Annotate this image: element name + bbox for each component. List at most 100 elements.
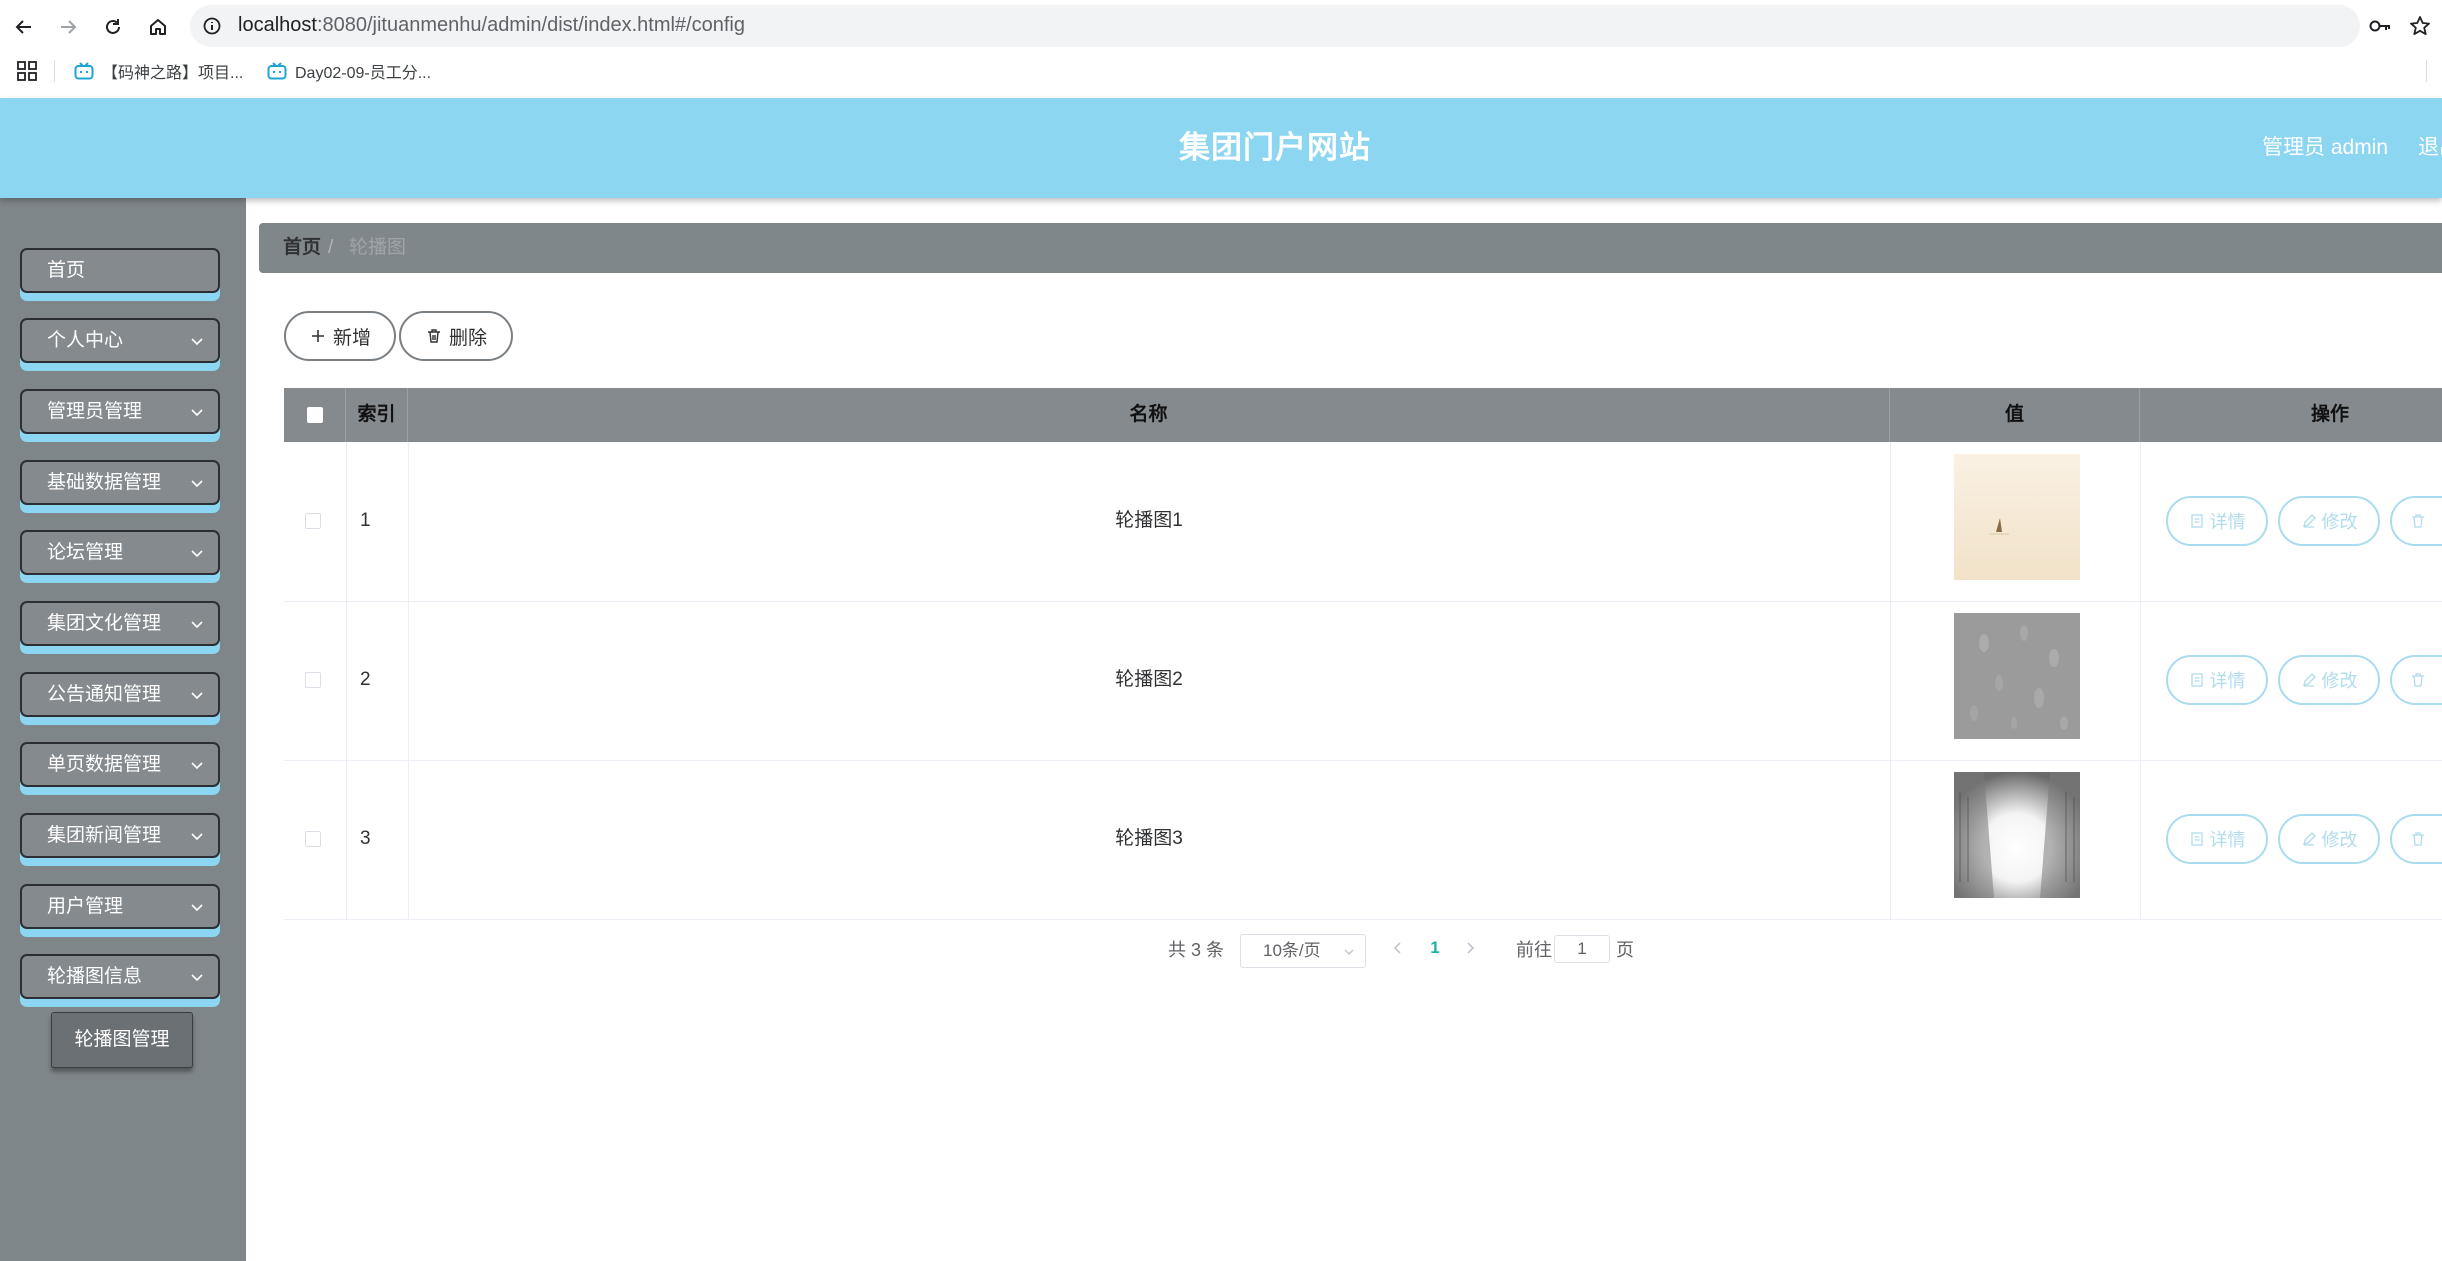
logout-link[interactable]: 退出 (2418, 98, 2442, 198)
edit-button[interactable]: 修改 (2278, 655, 2380, 705)
sidebar-item-label: 集团新闻管理 (47, 825, 162, 846)
header-select-cell (284, 388, 346, 442)
delete-button[interactable]: 删除 (399, 311, 513, 361)
home-icon[interactable] (141, 10, 175, 44)
bookmark-2[interactable]: Day02-09-员工分... (267, 58, 431, 84)
row-delete-button[interactable] (2390, 496, 2442, 546)
goto-label: 前往 (1516, 940, 1552, 960)
row-name: 轮播图1 (1115, 510, 1183, 531)
breadcrumb-home[interactable]: 首页 (283, 223, 321, 273)
sidebar-item-label: 基础数据管理 (47, 472, 162, 493)
cell-divider (2140, 601, 2141, 760)
sidebar-item-users[interactable]: 用户管理 (20, 884, 220, 929)
sidebar-item-label: 轮播图信息 (47, 966, 143, 987)
header-index: 索引 (346, 388, 408, 442)
detail-button-label: 详情 (2209, 671, 2246, 691)
breadcrumb-current: 轮播图 (349, 237, 407, 258)
bilibili-favicon-icon (267, 62, 287, 80)
bookmark-1[interactable]: 【码神之路】项目... (74, 58, 243, 84)
sidebar-item-label: 单页数据管理 (47, 754, 162, 775)
edit-button[interactable]: 修改 (2278, 496, 2380, 546)
trash-icon (2412, 832, 2424, 846)
cell-divider (346, 601, 347, 760)
sidebar-item-admin-management[interactable]: 管理员管理 (20, 389, 220, 434)
edit-button[interactable]: 修改 (2278, 814, 2380, 864)
sidebar-item-label: 公告通知管理 (47, 684, 162, 705)
sidebar-item-notices[interactable]: 公告通知管理 (20, 672, 220, 717)
header-value: 值 (1890, 388, 2140, 442)
carousel-image-thumbnail (1954, 454, 2080, 580)
sidebar-item-group-news[interactable]: 集团新闻管理 (20, 813, 220, 858)
page-size-select[interactable]: 10条/页 (1240, 934, 1366, 968)
app-header: 集团门户网站 管理员 admin 退出 (0, 98, 2442, 198)
detail-button[interactable]: 详情 (2166, 496, 2268, 546)
add-button[interactable]: 新增 (284, 311, 396, 361)
sidebar-subitem-carousel-management[interactable]: 轮播图管理 (51, 1012, 193, 1068)
prev-page-icon[interactable] (1388, 936, 1408, 960)
sidebar-item-base-data[interactable]: 基础数据管理 (20, 460, 220, 505)
header-actions: 操作 (2310, 404, 2349, 425)
sidebar-item-forum[interactable]: 论坛管理 (20, 530, 220, 575)
site-info-icon[interactable] (200, 14, 224, 38)
document-icon (2190, 514, 2203, 528)
sidebar-item-carousel-info[interactable]: 轮播图信息 (20, 954, 220, 999)
sidebar-item-label: 用户管理 (47, 896, 124, 917)
chevron-down-icon (191, 762, 203, 770)
row-delete-button[interactable] (2390, 655, 2442, 705)
sidebar-item-personal-center[interactable]: 个人中心 (20, 318, 220, 363)
trash-icon (427, 329, 440, 343)
chevron-down-icon (191, 974, 203, 982)
select-all-checkbox[interactable] (307, 407, 323, 423)
table-row: 3 轮播图3 详情 修改 (284, 760, 2442, 920)
row-checkbox[interactable] (305, 831, 321, 847)
browser-chrome: localhost:8080/jituanmenhu/admin/dist/in… (0, 0, 2442, 98)
sidebar: 首页 个人中心 管理员管理 基础数据管理 论坛管理 集团文化管理 公告通知管理 … (0, 198, 246, 1261)
bookmarks-right-divider (2426, 60, 2427, 82)
trash-icon (2412, 514, 2424, 528)
header-name: 名称 (408, 388, 1890, 442)
cell-divider (2140, 442, 2141, 601)
table-row: 2 轮播图2 详情 修改 (284, 601, 2442, 761)
row-checkbox[interactable] (305, 513, 321, 529)
url-text[interactable]: localhost:8080/jituanmenhu/admin/dist/in… (238, 12, 745, 38)
bookmark-star-icon[interactable] (2404, 12, 2436, 40)
url-path: :8080/jituanmenhu/admin/dist/index.html#… (316, 14, 745, 36)
reload-icon[interactable] (96, 10, 130, 44)
edit-button-label: 修改 (2321, 830, 2358, 850)
admin-user-label: 管理员 admin (2262, 136, 2389, 159)
sidebar-item-group-culture[interactable]: 集团文化管理 (20, 601, 220, 646)
edit-pencil-icon (2302, 514, 2316, 528)
goto-page-input[interactable] (1554, 935, 1610, 963)
cell-divider (1890, 760, 1891, 919)
chevron-down-icon (1344, 949, 1354, 955)
bilibili-favicon-icon (74, 62, 94, 80)
password-key-icon[interactable] (2364, 12, 2396, 40)
sidebar-item-label: 首页 (47, 260, 86, 281)
chevron-down-icon (191, 550, 203, 558)
row-delete-button[interactable] (2390, 814, 2442, 864)
chevron-down-icon (191, 480, 203, 488)
sidebar-item-home[interactable]: 首页 (20, 248, 220, 293)
detail-button[interactable]: 详情 (2166, 814, 2268, 864)
delete-button-label: 删除 (448, 327, 487, 349)
detail-button[interactable]: 详情 (2166, 655, 2268, 705)
url-host: localhost (238, 14, 317, 36)
table-header: 索引 名称 值 操作 (284, 388, 2442, 442)
sidebar-item-single-page[interactable]: 单页数据管理 (20, 742, 220, 787)
forward-icon[interactable] (51, 10, 85, 44)
next-page-icon[interactable] (1460, 936, 1480, 960)
cell-divider (346, 442, 347, 601)
page-number-current[interactable]: 1 (1422, 936, 1448, 960)
row-index: 1 (360, 510, 371, 531)
apps-grid-icon[interactable] (16, 60, 38, 82)
edit-button-label: 修改 (2321, 512, 2358, 532)
cell-divider (1890, 601, 1891, 760)
table-row: 1 轮播图1 详情 修改 (284, 442, 2442, 602)
chevron-down-icon (191, 904, 203, 912)
row-checkbox[interactable] (305, 672, 321, 688)
goto-suffix: 页 (1616, 940, 1634, 960)
chevron-down-icon (191, 833, 203, 841)
back-icon[interactable] (7, 10, 41, 44)
detail-button-label: 详情 (2209, 512, 2246, 532)
add-button-label: 新增 (332, 327, 371, 349)
